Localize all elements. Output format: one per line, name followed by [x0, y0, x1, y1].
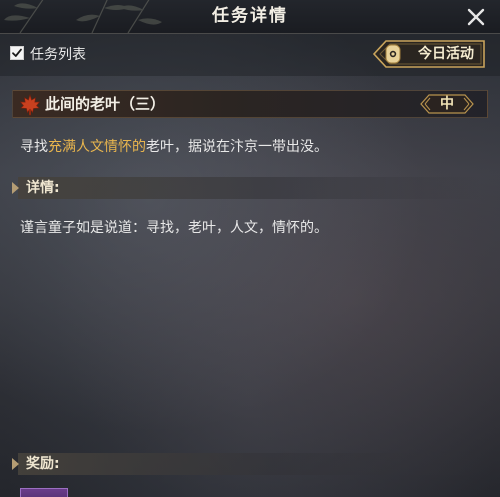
task-list-checkbox[interactable] [10, 46, 24, 60]
objective-suffix: 老叶，据说在汴京一带出没。 [146, 139, 328, 155]
objective-highlight: 充满人文情怀的 [48, 139, 146, 155]
quest-header: 此间的老叶（三） 中 [12, 90, 488, 118]
checkbox-checked-icon [12, 48, 22, 57]
details-header-bar [18, 177, 482, 199]
quest-title: 此间的老叶（三） [45, 95, 166, 113]
today-activity-label: 今日活动 [418, 46, 474, 62]
details-marker-icon [12, 182, 19, 194]
details-heading: 详情: [26, 180, 60, 196]
quest-grade-label: 中 [440, 96, 454, 112]
reward-item-icon[interactable] [20, 488, 68, 497]
rewards-heading: 奖励: [26, 456, 60, 472]
task-list-label[interactable]: 任务列表 [30, 44, 86, 64]
details-section-header: 详情: [12, 177, 482, 199]
window-title: 任务详情 [212, 6, 288, 26]
quest-grade-badge: 中 [419, 93, 475, 115]
rewards-marker-icon [12, 458, 19, 470]
task-details-window: 任务详情 任务列表 今日活动 此间的老叶（三） 中 寻找充满人文情怀的老叶，据说… [0, 0, 500, 497]
objective-prefix: 寻找 [20, 139, 48, 155]
details-text: 谨言童子如是说道：寻找，老叶，人文，情怀的。 [20, 220, 328, 236]
rewards-header-bar [18, 453, 482, 475]
today-activity-button[interactable]: 今日活动 [372, 38, 488, 70]
quest-objective: 寻找充满人文情怀的老叶，据说在汴京一带出没。 [20, 136, 328, 156]
close-icon[interactable] [464, 5, 488, 29]
rewards-section-header: 奖励: [12, 453, 482, 475]
maple-leaf-icon [19, 94, 41, 116]
title-bar: 任务详情 [0, 0, 500, 34]
lantern-icon [385, 44, 401, 64]
